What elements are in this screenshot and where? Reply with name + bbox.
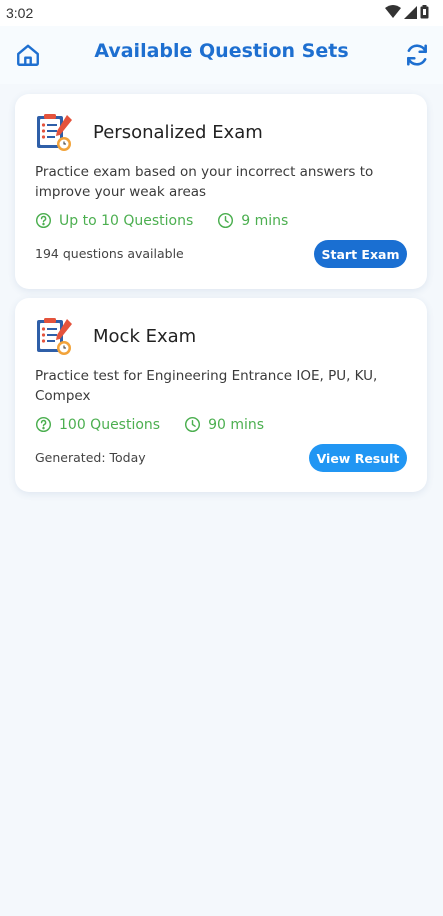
- refresh-button[interactable]: [404, 42, 430, 68]
- start-exam-button[interactable]: Start Exam: [314, 240, 407, 268]
- app-bar: Available Question Sets: [0, 26, 443, 84]
- exam-clipboard-icon: [37, 114, 72, 151]
- question-circle-icon: [35, 212, 52, 229]
- exam-title: Personalized Exam: [93, 122, 263, 143]
- status-time: 3:02: [6, 5, 34, 21]
- question-count-label: 100 Questions: [59, 416, 161, 433]
- status-icons: [385, 5, 429, 19]
- duration-label: 9 mins: [241, 212, 289, 229]
- exam-footer: Generated: Today: [35, 450, 146, 465]
- refresh-icon: [407, 44, 427, 66]
- status-bar: 3:02: [0, 0, 443, 26]
- question-count-label: Up to 10 Questions: [59, 212, 194, 229]
- duration-label: 90 mins: [208, 416, 265, 433]
- exam-clipboard-icon: [37, 318, 72, 355]
- duration: 90 mins: [184, 416, 264, 433]
- exam-description: Practice test for Engineering Entrance I…: [35, 368, 378, 404]
- battery-icon: [420, 5, 429, 19]
- signal-icon: [404, 5, 417, 19]
- wifi-icon: [385, 5, 401, 18]
- exam-footer: 194 questions available: [35, 246, 184, 261]
- question-count: 100 Questions: [35, 416, 160, 433]
- exam-title: Mock Exam: [93, 326, 197, 347]
- clock-icon: [218, 212, 234, 229]
- exam-card-mock[interactable]: Mock Exam Practice test for Engineering …: [15, 298, 427, 492]
- question-circle-icon: [35, 416, 52, 433]
- view-result-button[interactable]: View Result: [309, 444, 407, 472]
- question-count: Up to 10 Questions: [35, 212, 193, 229]
- exam-description: Practice exam based on your incorrect an…: [35, 164, 374, 200]
- exam-meta: 100 Questions 90 mins: [35, 416, 288, 433]
- page-title: Available Question Sets: [94, 40, 349, 62]
- exam-meta: Up to 10 Questions 9 mins: [35, 212, 312, 229]
- clock-icon: [185, 416, 201, 433]
- duration: 9 mins: [217, 212, 288, 229]
- exam-card-personalized[interactable]: Personalized Exam Practice exam based on…: [15, 94, 427, 289]
